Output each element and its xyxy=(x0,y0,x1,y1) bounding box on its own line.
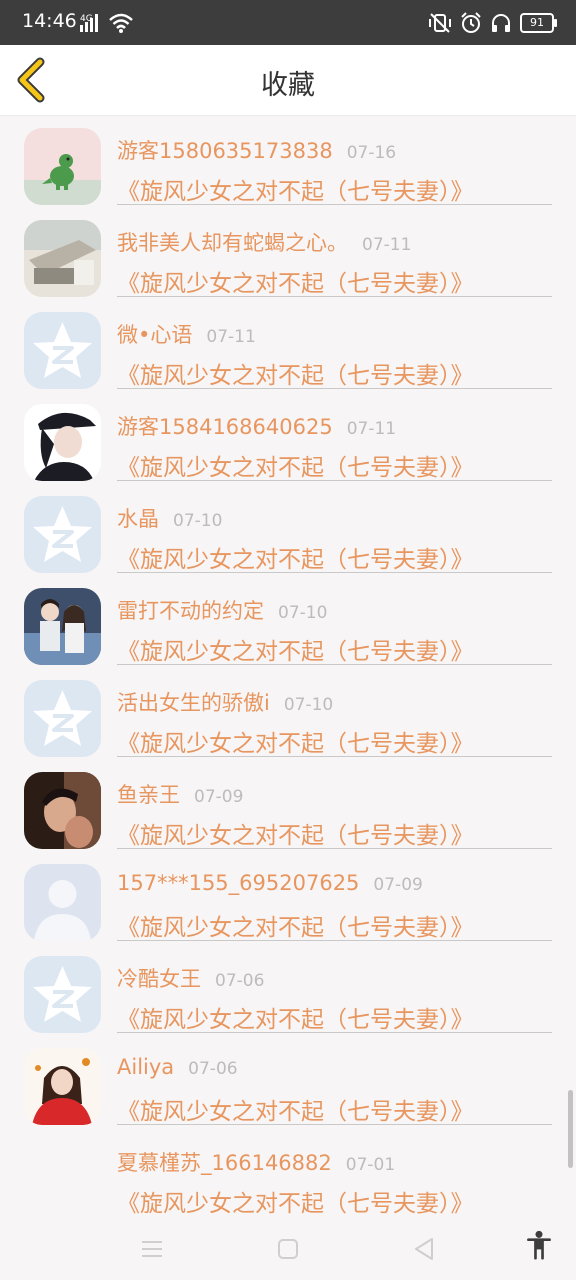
list-item[interactable]: Ailiya 07-06 《旋风少女之对不起（七号夫妻）》 xyxy=(0,1036,576,1128)
date: 07-09 xyxy=(373,875,423,895)
date: 07-01 xyxy=(345,1155,396,1175)
status-bar: 14:46 4G 91 xyxy=(0,0,576,45)
book-title: 《旋风少女之对不起（七号夫妻）》 xyxy=(117,731,474,757)
girl-cap-avatar-icon xyxy=(24,404,101,481)
date: 07-11 xyxy=(346,419,397,439)
qzone-star-icon xyxy=(24,680,101,757)
qzone-star-icon xyxy=(24,956,101,1033)
date: 07-10 xyxy=(278,603,328,623)
user-name: 冷酷女王 xyxy=(117,967,201,991)
book-title: 《旋风少女之对不起（七号夫妻）》 xyxy=(117,363,474,389)
book-title: 《旋风少女之对不起（七号夫妻）》 xyxy=(117,823,474,849)
couple-avatar-icon xyxy=(24,588,101,665)
page-title: 收藏 xyxy=(261,70,315,101)
date: 07-06 xyxy=(215,971,265,991)
list-item[interactable]: 157***155_695207625 07-09 《旋风少女之对不起（七号夫妻）… xyxy=(0,852,576,944)
book-title: 《旋风少女之对不起（七号夫妻）》 xyxy=(117,915,474,941)
man-portrait-avatar-icon xyxy=(24,772,101,849)
date: 07-09 xyxy=(194,787,244,807)
user-name: 雷打不动的约定 xyxy=(117,599,264,623)
avatar xyxy=(24,220,101,297)
default-user-icon xyxy=(24,864,101,941)
avatar xyxy=(24,128,101,205)
list-item[interactable]: 活出女生的骄傲i 07-10 《旋风少女之对不起（七号夫妻）》 xyxy=(0,668,576,760)
book-title: 《旋风少女之对不起（七号夫妻）》 xyxy=(117,271,474,297)
avatar xyxy=(24,772,101,849)
back-triangle-icon[interactable] xyxy=(409,1234,439,1264)
list-item[interactable]: 鱼亲王 07-09 《旋风少女之对不起（七号夫妻）》 xyxy=(0,760,576,852)
list-item[interactable]: 游客1584168640625 07-11 《旋风少女之对不起（七号夫妻）》 xyxy=(0,392,576,484)
home-icon[interactable] xyxy=(273,1234,303,1264)
qzone-star-icon xyxy=(24,312,101,389)
user-name: 微•心语 xyxy=(117,323,193,347)
list-item[interactable]: 我非美人却有蛇蝎之心。 07-11 《旋风少女之对不起（七号夫妻）》 xyxy=(0,208,576,300)
book-title: 《旋风少女之对不起（七号夫妻）》 xyxy=(117,547,474,573)
dinosaur-avatar-icon xyxy=(24,128,101,205)
avatar xyxy=(24,1048,101,1125)
avatar xyxy=(24,680,101,757)
book-title: 《旋风少女之对不起（七号夫妻）》 xyxy=(117,1099,474,1125)
book-title: 《旋风少女之对不起（七号夫妻）》 xyxy=(117,179,474,205)
accessibility-icon[interactable] xyxy=(524,1230,554,1260)
date: 07-06 xyxy=(188,1059,238,1079)
photo-avatar-icon xyxy=(24,220,101,297)
user-name: 157***155_695207625 xyxy=(117,871,360,895)
vibrate-off-icon xyxy=(429,13,451,33)
user-name: Ailiya xyxy=(117,1055,175,1079)
list-item[interactable]: 游客1580635173838 07-16 《旋风少女之对不起（七号夫妻）》 xyxy=(0,116,576,208)
avatar xyxy=(24,864,101,941)
user-name: 水晶 xyxy=(117,507,159,531)
user-name: 活出女生的骄傲i xyxy=(117,691,270,715)
favorites-list: 游客1580635173838 07-16 《旋风少女之对不起（七号夫妻）》 我非… xyxy=(0,116,576,1216)
scrollbar[interactable] xyxy=(568,1090,573,1168)
date: 07-11 xyxy=(206,327,256,347)
girl-red-avatar-icon xyxy=(24,1048,101,1125)
avatar xyxy=(24,312,101,389)
date: 07-16 xyxy=(346,143,397,163)
battery-icon: 91 xyxy=(520,13,557,33)
date: 07-11 xyxy=(362,235,412,255)
book-title: 《旋风少女之对不起（七号夫妻）》 xyxy=(117,1191,474,1216)
user-name: 游客1584168640625 xyxy=(117,415,333,439)
signal-wifi-icon: 4G xyxy=(80,13,133,33)
list-item[interactable]: 冷酷女王 07-06 《旋风少女之对不起（七号夫妻）》 xyxy=(0,944,576,1036)
avatar xyxy=(24,496,101,573)
alarm-icon xyxy=(461,12,481,33)
date: 07-10 xyxy=(173,511,223,531)
status-icons: 91 xyxy=(428,11,557,35)
headphones-icon xyxy=(492,14,510,32)
user-name: 鱼亲王 xyxy=(117,783,180,807)
user-name: 我非美人却有蛇蝎之心。 xyxy=(117,231,348,255)
avatar xyxy=(24,956,101,1033)
menu-icon[interactable] xyxy=(137,1234,167,1264)
list-item[interactable]: 微•心语 07-11 《旋风少女之对不起（七号夫妻）》 xyxy=(0,300,576,392)
list-item[interactable]: 水晶 07-10 《旋风少女之对不起（七号夫妻）》 xyxy=(0,484,576,576)
book-title: 《旋风少女之对不起（七号夫妻）》 xyxy=(117,455,474,481)
user-name: 夏慕槿苏_166146882 xyxy=(117,1151,332,1175)
avatar xyxy=(24,588,101,665)
book-title: 《旋风少女之对不起（七号夫妻）》 xyxy=(117,639,474,665)
date: 07-10 xyxy=(283,695,334,715)
status-time: 14:46 xyxy=(22,10,77,32)
list-item[interactable]: 夏慕槿苏_166146882 07-01 《旋风少女之对不起（七号夫妻）》 xyxy=(0,1128,576,1216)
qzone-star-icon xyxy=(24,496,101,573)
navigation-bar xyxy=(0,1216,576,1280)
list-item[interactable]: 雷打不动的约定 07-10 《旋风少女之对不起（七号夫妻）》 xyxy=(0,576,576,668)
app-header: 收藏 xyxy=(0,45,576,116)
user-name: 游客1580635173838 xyxy=(117,139,333,163)
book-title: 《旋风少女之对不起（七号夫妻）》 xyxy=(117,1007,474,1033)
avatar xyxy=(24,404,101,481)
